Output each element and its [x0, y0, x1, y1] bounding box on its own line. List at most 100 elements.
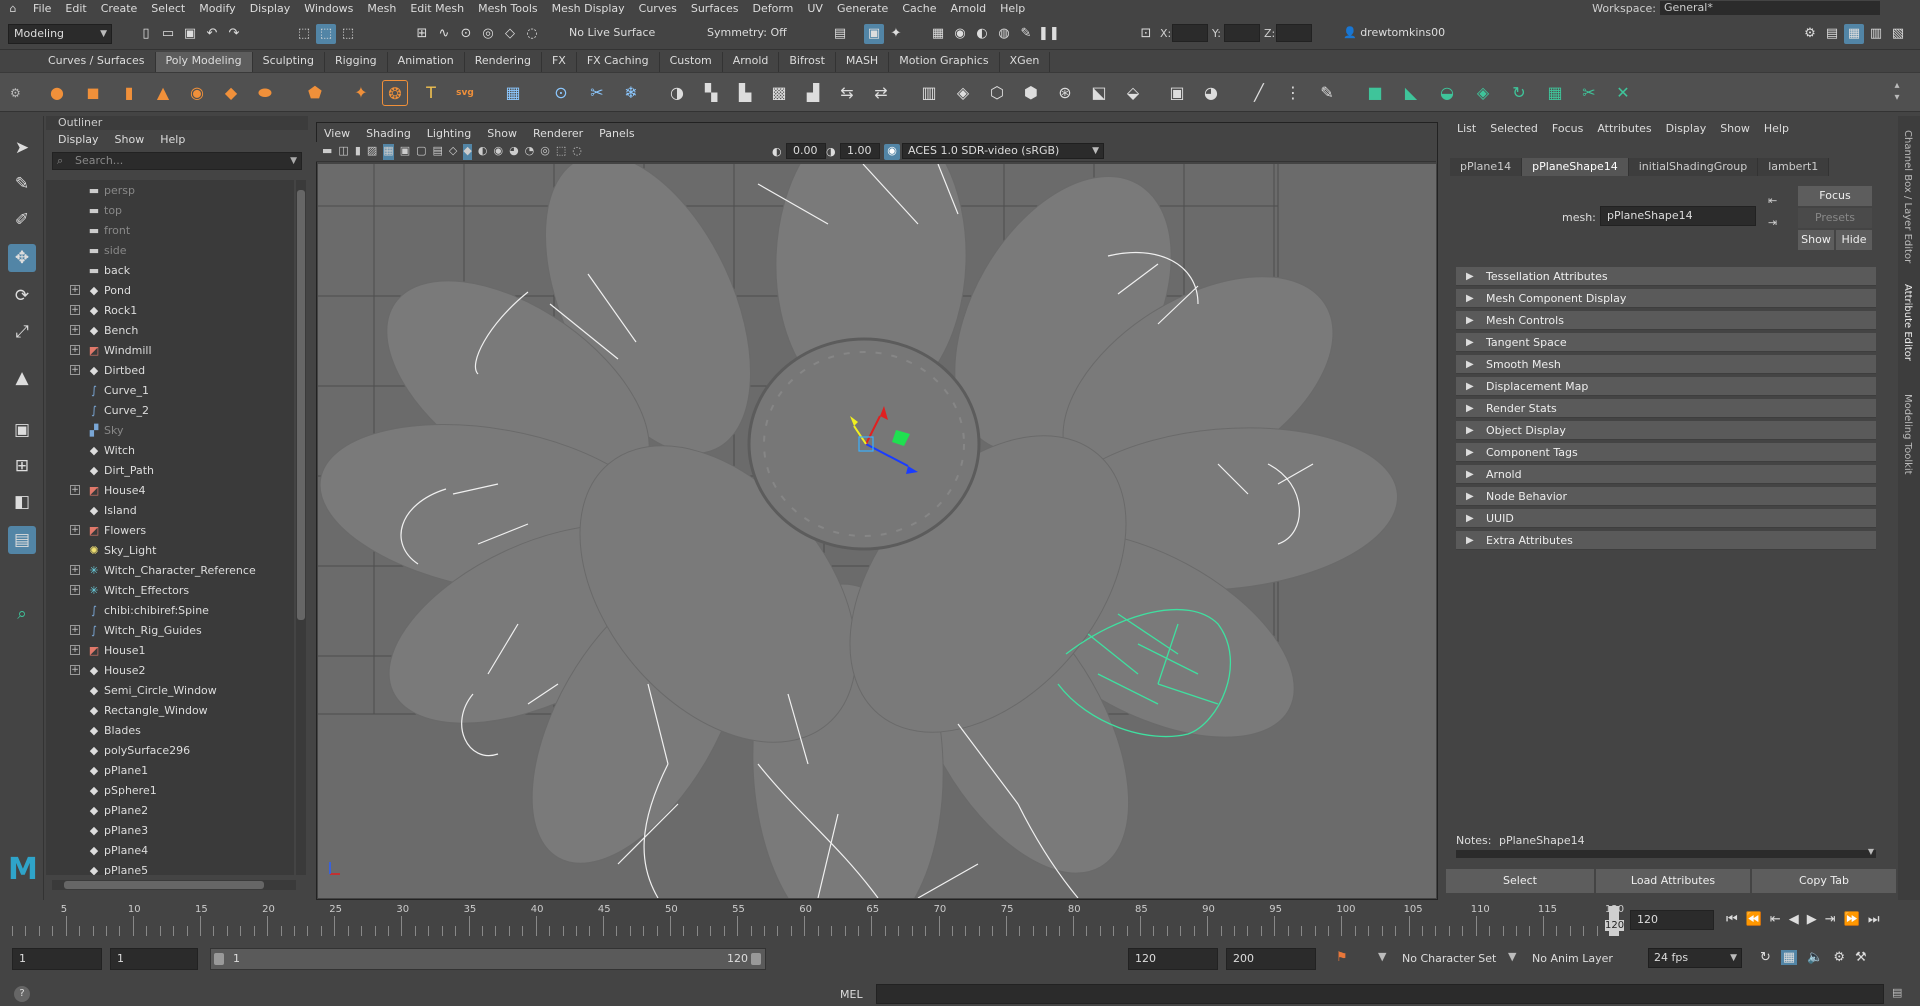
outliner-item[interactable]: + ◩ House4 [46, 480, 294, 500]
hypershade-icon[interactable]: ◐ [972, 24, 992, 44]
color-management-icon[interactable]: ◉ [884, 144, 900, 160]
shelf-tab-rendering[interactable]: Rendering [464, 52, 542, 72]
append-polygon-icon[interactable]: ⬢ [1018, 80, 1044, 106]
arnold-render-icon[interactable]: ◍ [994, 24, 1014, 44]
shelf-tab-animation[interactable]: Animation [387, 52, 465, 72]
expand-icon[interactable]: + [70, 485, 80, 495]
single-pane-icon[interactable]: ▣ [8, 416, 36, 444]
open-scene-icon[interactable]: ▭ [158, 24, 178, 44]
outliner-item[interactable]: ◆ pSphere1 [46, 780, 294, 800]
ae-section-component-tags[interactable]: ▶ Component Tags [1456, 443, 1876, 462]
unfold-icon[interactable]: ↻ [1506, 80, 1532, 106]
boolean-icon[interactable]: ▟ [800, 80, 826, 106]
anim-layer-dropdown[interactable]: No Anim Layer [1532, 952, 1613, 965]
sew-uv-icon[interactable]: ✕ [1610, 80, 1636, 106]
ae-section-smooth-mesh[interactable]: ▶ Smooth Mesh [1456, 355, 1876, 374]
ae-tab-pplane14[interactable]: pPlane14 [1450, 158, 1523, 176]
outliner-item[interactable]: ◆ Rectangle_Window [46, 700, 294, 720]
shelf-tab-poly-modeling[interactable]: Poly Modeling [155, 52, 253, 72]
sound-icon[interactable]: 🔈 [1807, 950, 1823, 965]
search-icon[interactable]: ⌕ [8, 600, 36, 628]
copy-tab-button[interactable]: Copy Tab [1752, 869, 1896, 893]
outliner-item[interactable]: ◆ polySurface296 [46, 740, 294, 760]
start-time-field[interactable]: 1 [12, 948, 102, 970]
expand-icon[interactable]: + [70, 525, 80, 535]
expand-icon[interactable]: + [70, 305, 80, 315]
outliner-item[interactable]: + ◆ Pond [46, 280, 294, 300]
exposure-field[interactable]: 0.00 [786, 143, 826, 159]
expand-icon[interactable]: + [70, 565, 80, 575]
focus-button[interactable]: Focus [1798, 186, 1872, 206]
expand-icon[interactable]: + [70, 345, 80, 355]
ae-menu-help[interactable]: Help [1757, 122, 1796, 135]
shelf-menu-icon[interactable]: ⚙ [10, 80, 21, 106]
shelf-scroll-icon[interactable]: ▴ ▾ [1890, 80, 1904, 106]
menu-surfaces[interactable]: Surfaces [684, 2, 746, 15]
outliner-item[interactable]: ✺ Sky_Light [46, 540, 294, 560]
expand-icon[interactable]: + [70, 285, 80, 295]
separate-icon[interactable]: ▚ [698, 80, 724, 106]
four-pane-icon[interactable]: ⊞ [8, 452, 36, 480]
ae-section-node-behavior[interactable]: ▶ Node Behavior [1456, 487, 1876, 506]
x-field[interactable] [1172, 24, 1208, 42]
menu-arnold[interactable]: Arnold [944, 2, 994, 15]
shelf-tab-fx[interactable]: FX [541, 52, 577, 72]
character-set-dropdown[interactable]: No Character Set [1402, 952, 1496, 965]
merge-icon[interactable]: ⊛ [1052, 80, 1078, 106]
ae-section-uuid[interactable]: ▶ UUID [1456, 509, 1876, 528]
film-gate-icon[interactable]: ▣ [400, 144, 410, 160]
user-account[interactable]: 👤 drewtomkins00 [1338, 24, 1456, 44]
two-pane-icon[interactable]: ◧ [8, 488, 36, 516]
outliner-item[interactable]: ▞ Sky [46, 420, 294, 440]
menu-mesh-display[interactable]: Mesh Display [545, 2, 632, 15]
symmetry-dropdown[interactable]: Symmetry: Off [702, 24, 808, 44]
outliner-layout-icon[interactable]: ▤ [8, 526, 36, 554]
ipr-render-icon[interactable]: ▦ [928, 24, 948, 44]
range-bar[interactable]: 1 120 [210, 948, 766, 970]
play-backward-icon[interactable]: ◀ [1789, 912, 1799, 927]
snowflake-icon[interactable]: ❄ [618, 80, 644, 106]
poly-cube-icon[interactable]: ◼ [80, 80, 106, 106]
outliner-menu-display[interactable]: Display [58, 133, 99, 146]
z-field[interactable] [1276, 24, 1312, 42]
expand-icon[interactable]: + [70, 625, 80, 635]
outliner-item[interactable]: ∫ Curve_2 [46, 400, 294, 420]
outliner-item[interactable]: + ◆ Dirtbed [46, 360, 294, 380]
menu-create[interactable]: Create [94, 2, 145, 15]
ae-menu-show[interactable]: Show [1713, 122, 1757, 135]
menu-edit[interactable]: Edit [58, 2, 93, 15]
side-tab-attribute-editor[interactable]: Attribute Editor [1902, 284, 1913, 361]
range-end-handle[interactable] [751, 953, 761, 965]
viewport-menu-show[interactable]: Show [479, 127, 525, 140]
expand-icon[interactable]: + [70, 645, 80, 655]
snap-point-icon[interactable]: ⊙ [456, 24, 476, 44]
outliner-item[interactable]: ∫ Curve_1 [46, 380, 294, 400]
menu-display[interactable]: Display [243, 2, 298, 15]
menu-generate[interactable]: Generate [830, 2, 895, 15]
snap-grid-icon[interactable]: ⊞ [412, 24, 432, 44]
smooth-icon[interactable]: ▩ [766, 80, 792, 106]
attribute-editor-icon[interactable]: ▦ [1844, 24, 1864, 44]
ae-menu-selected[interactable]: Selected [1483, 122, 1545, 135]
render-settings-icon[interactable]: ◉ [950, 24, 970, 44]
outliner-search-field[interactable]: ⌕ Search... ▼ [52, 152, 302, 170]
notes-field[interactable]: ▼ [1456, 847, 1876, 858]
step-forward-frame-icon[interactable]: ⇥ [1825, 912, 1836, 927]
menuset-dropdown[interactable]: Modeling ▼ [8, 24, 112, 44]
menu-help[interactable]: Help [993, 2, 1032, 15]
shelf-tab-arnold[interactable]: Arnold [722, 52, 780, 72]
lights-icon[interactable]: ◉ [493, 144, 503, 160]
outliner-item[interactable]: ▬ front [46, 220, 294, 240]
snap-view-icon[interactable]: ◎ [478, 24, 498, 44]
outliner-scrollbar[interactable] [296, 180, 306, 875]
paint-select-icon[interactable]: ✐ [8, 206, 36, 234]
xray-icon[interactable]: ◌ [572, 144, 582, 160]
save-scene-icon[interactable]: ▣ [180, 24, 200, 44]
step-back-frame-icon[interactable]: ⇤ [1770, 912, 1781, 927]
ae-menu-list[interactable]: List [1450, 122, 1483, 135]
target-weld-icon[interactable]: ⊙ [548, 80, 574, 106]
help-icon[interactable]: ? [14, 986, 30, 1002]
auto-key-icon[interactable]: ⚑ [1336, 950, 1348, 965]
outliner-menu-show[interactable]: Show [115, 133, 145, 146]
light-editor-icon[interactable]: ✎ [1016, 24, 1036, 44]
